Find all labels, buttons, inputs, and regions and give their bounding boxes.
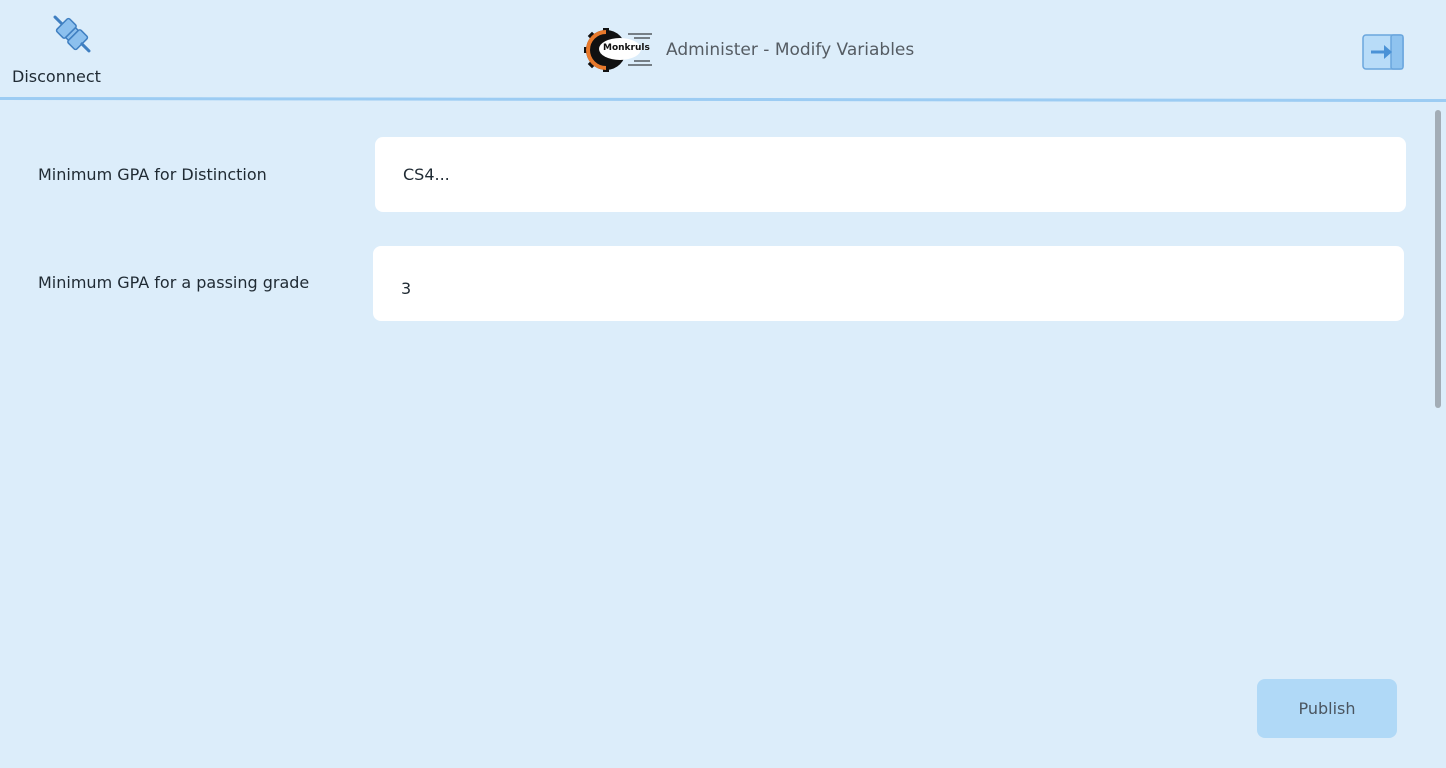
logo-text: Monkruls xyxy=(603,43,650,53)
header-divider xyxy=(0,96,1446,103)
distinction-row: Minimum GPA for Distinction CS4... xyxy=(0,137,1430,213)
distinction-input[interactable]: CS4... xyxy=(375,137,1406,212)
header: Disconnect Monkruls Administer - Modify … xyxy=(0,0,1446,100)
brand: Monkruls Administer - Modify Variables xyxy=(584,28,914,72)
passing-row: Minimum GPA for a passing grade 3 xyxy=(0,246,1430,322)
scrollbar-thumb[interactable] xyxy=(1435,110,1441,408)
disconnect-label: Disconnect xyxy=(12,67,101,86)
disconnect-button[interactable]: Disconnect xyxy=(10,8,102,90)
passing-input[interactable]: 3 xyxy=(373,246,1404,321)
exit-arrow-icon xyxy=(1362,34,1404,70)
exit-button[interactable] xyxy=(1362,34,1404,70)
publish-button[interactable]: Publish xyxy=(1257,679,1397,738)
scrollbar[interactable] xyxy=(1433,108,1443,768)
plug-icon xyxy=(53,15,91,53)
page-title: Administer - Modify Variables xyxy=(666,40,915,60)
passing-label: Minimum GPA for a passing grade xyxy=(38,273,310,292)
admin-page: Disconnect Monkruls Administer - Modify … xyxy=(0,0,1446,768)
distinction-label: Minimum GPA for Distinction xyxy=(38,165,267,184)
monkruls-logo: Monkruls xyxy=(584,28,652,72)
